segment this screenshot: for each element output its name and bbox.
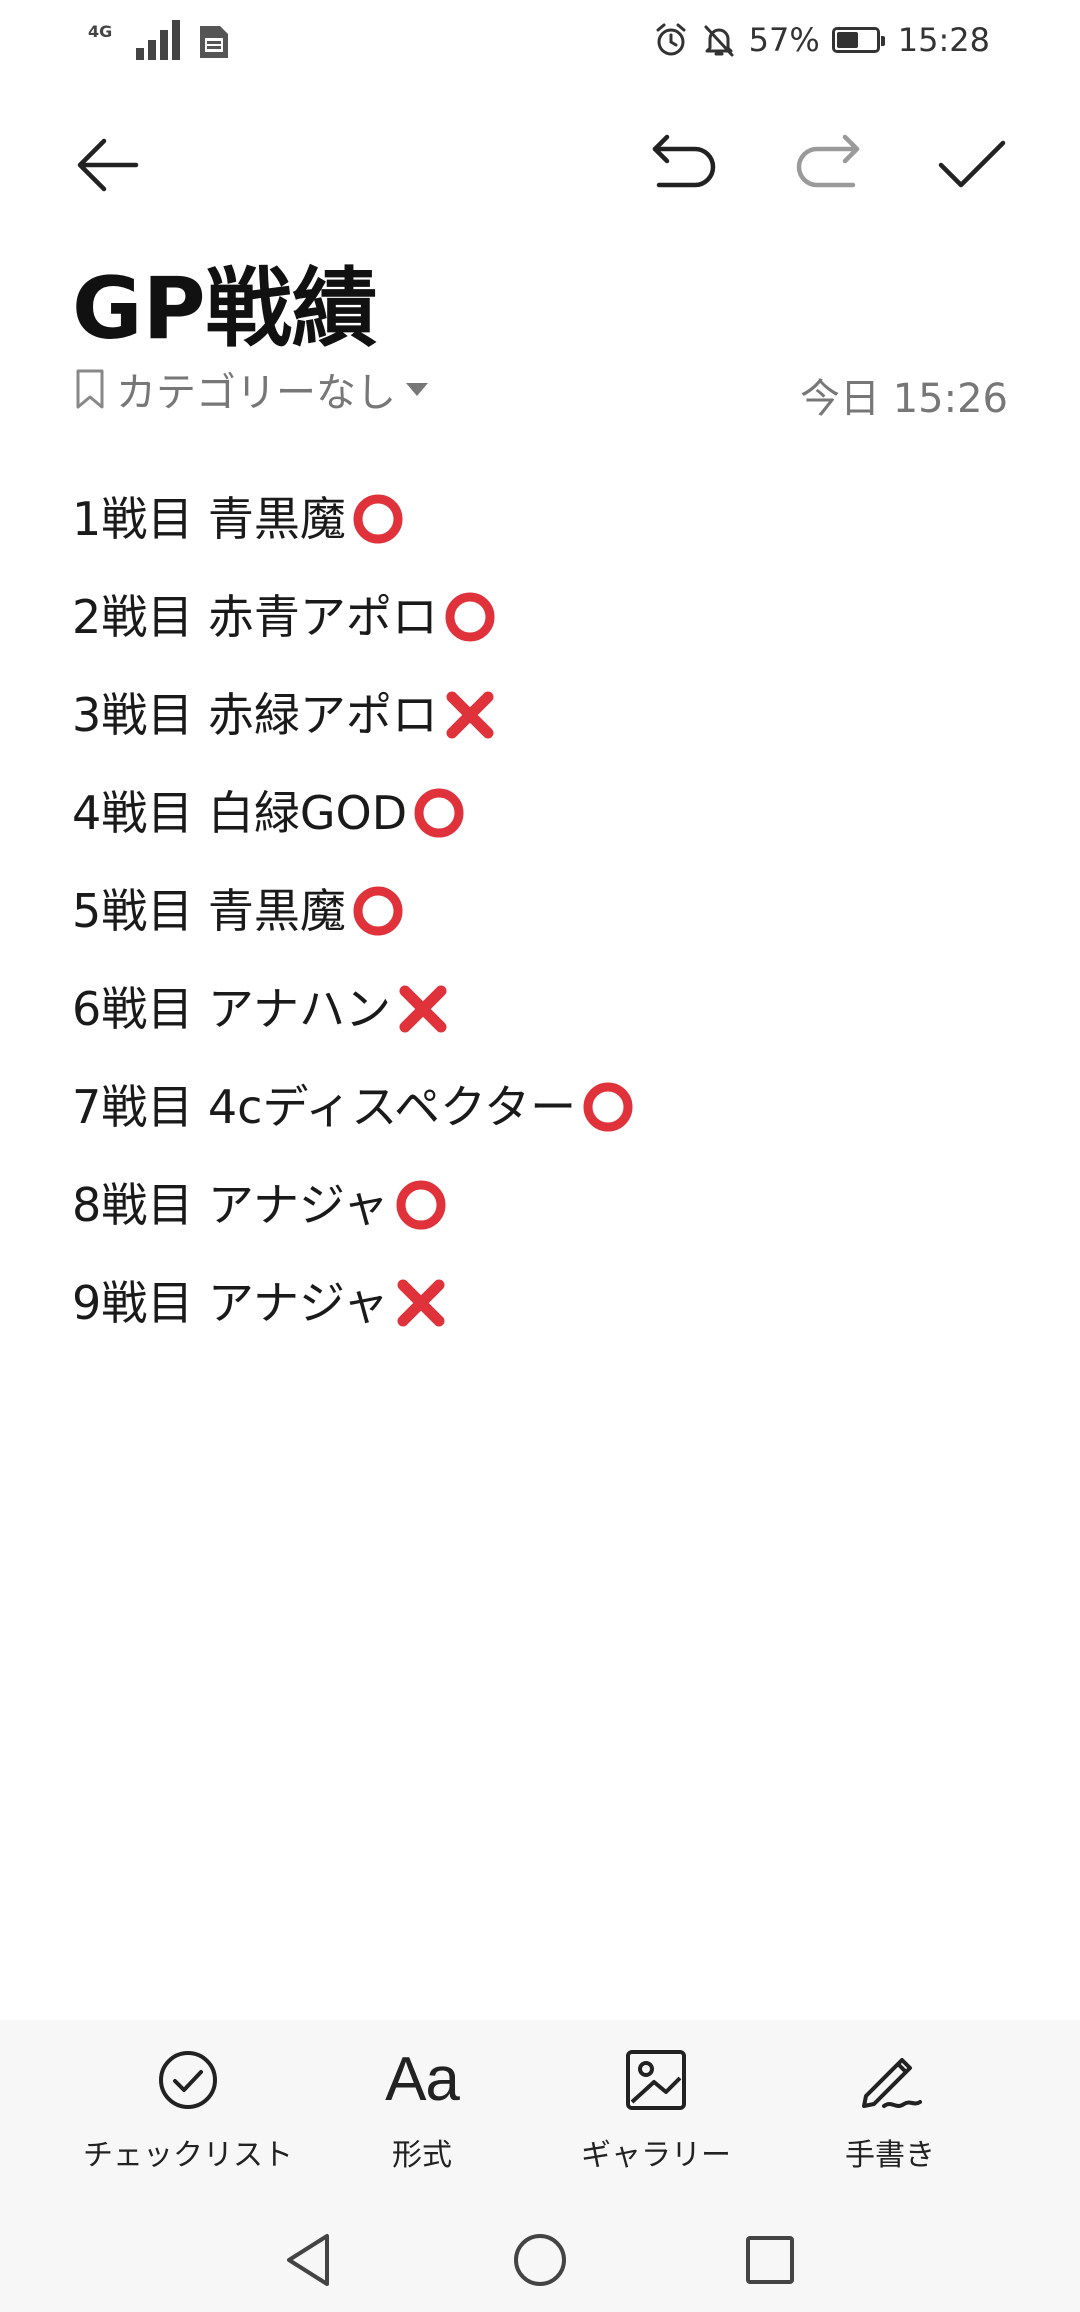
- battery-icon: [831, 27, 885, 53]
- category-selector[interactable]: カテゴリーなし: [72, 360, 430, 418]
- note-line: 3戦目 赤緑アポロ: [72, 666, 1008, 764]
- cross-mark-icon: [395, 981, 451, 1037]
- note-line: 7戦目 4cディスペクター: [72, 1058, 1008, 1156]
- note-line: 1戦目 青黒魔: [72, 470, 1008, 568]
- check-icon: [938, 140, 1006, 188]
- cross-mark-icon: [442, 687, 498, 743]
- note-meta: カテゴリーなし 今日 15:26: [72, 360, 1008, 422]
- status-right: 57% 15:28: [653, 18, 990, 62]
- redo-icon: [796, 134, 860, 188]
- status-time: 15:28: [897, 21, 990, 59]
- bottom-action-bar: チェックリスト Aa 形式 ギャラリー 手書き: [0, 2020, 1080, 2312]
- note-line-text: 1戦目 青黒魔: [72, 492, 346, 546]
- note-line-text: 6戦目 アナハン: [72, 982, 391, 1036]
- format-icon-text: Aa: [385, 2045, 460, 2114]
- handwriting-label: 手書き: [845, 2138, 935, 2173]
- gallery-icon-wrap: [616, 2040, 696, 2120]
- back-button[interactable]: [58, 115, 158, 215]
- note-line: 2戦目 赤青アポロ: [72, 568, 1008, 666]
- undo-icon: [652, 134, 716, 188]
- bell-off-icon: [704, 25, 734, 57]
- note-line: 9戦目 アナジャ: [72, 1254, 1008, 1352]
- note-line: 4戦目 白緑GOD: [72, 764, 1008, 862]
- square-recents-icon: [746, 2236, 794, 2284]
- circle-mark-icon: [442, 589, 498, 645]
- status-bar: 4G 57% 15:28: [0, 0, 1080, 80]
- arrow-left-icon: [77, 138, 139, 192]
- note-timestamp: 今日 15:26: [800, 376, 1008, 422]
- circle-mark-icon: [411, 785, 467, 841]
- gallery-label: ギャラリー: [581, 2138, 731, 2173]
- handwriting-icon-wrap: [850, 2040, 930, 2120]
- circle-home-icon: [514, 2234, 566, 2286]
- nav-home-button[interactable]: [500, 2220, 580, 2300]
- format-icon: Aa: [382, 2040, 462, 2120]
- status-left: 4G: [88, 20, 230, 60]
- format-button[interactable]: Aa 形式: [302, 2040, 542, 2200]
- nav-back-button[interactable]: [268, 2220, 348, 2300]
- done-button[interactable]: [922, 115, 1022, 215]
- image-icon: [626, 2050, 686, 2110]
- sim-icon: [200, 26, 229, 58]
- caret-down-icon: [406, 383, 428, 396]
- editor-toolbar: [0, 110, 1080, 220]
- note-title[interactable]: GP戦績: [72, 238, 378, 363]
- checklist-icon-wrap: [148, 2040, 228, 2120]
- undo-button[interactable]: [634, 115, 734, 215]
- note-line: 6戦目 アナハン: [72, 960, 1008, 1058]
- checklist-button[interactable]: チェックリスト: [68, 2040, 308, 2200]
- redo-button[interactable]: [778, 115, 878, 215]
- note-body[interactable]: 1戦目 青黒魔 2戦目 赤青アポロ 3戦目 赤緑アポロ 4戦目 白緑GOD 5戦…: [72, 470, 1008, 1352]
- handwriting-button[interactable]: 手書き: [770, 2040, 1010, 2200]
- note-line-text: 2戦目 赤青アポロ: [72, 590, 438, 644]
- checklist-label: チェックリスト: [83, 2138, 293, 2173]
- note-line-text: 7戦目 4cディスペクター: [72, 1080, 577, 1134]
- format-label: 形式: [392, 2138, 452, 2173]
- battery-percent: 57%: [748, 21, 820, 59]
- signal-icon: [136, 20, 181, 60]
- network-type: 4G: [88, 22, 113, 41]
- cross-mark-icon: [393, 1275, 449, 1331]
- alarm-icon: [656, 23, 686, 56]
- circle-mark-icon: [580, 1079, 636, 1135]
- circle-mark-icon: [350, 491, 406, 547]
- bookmark-icon: [76, 369, 104, 409]
- battery-level: [836, 32, 859, 48]
- note-line-text: 8戦目 アナジャ: [72, 1178, 389, 1232]
- circle-mark-icon: [350, 883, 406, 939]
- circle-mark-icon: [393, 1177, 449, 1233]
- gallery-button[interactable]: ギャラリー: [536, 2040, 776, 2200]
- note-line: 5戦目 青黒魔: [72, 862, 1008, 960]
- category-label: カテゴリーなし: [116, 370, 396, 416]
- pen-icon: [862, 2058, 922, 2108]
- note-line: 8戦目 アナジャ: [72, 1156, 1008, 1254]
- system-nav-bar: [0, 2208, 1080, 2312]
- triangle-back-icon: [287, 2234, 329, 2286]
- note-line-text: 9戦目 アナジャ: [72, 1276, 389, 1330]
- note-line-text: 5戦目 青黒魔: [72, 884, 346, 938]
- note-line-text: 4戦目 白緑GOD: [72, 786, 408, 840]
- note-line-text: 3戦目 赤緑アポロ: [72, 688, 438, 742]
- check-circle-icon: [159, 2051, 217, 2109]
- nav-recents-button[interactable]: [730, 2220, 810, 2300]
